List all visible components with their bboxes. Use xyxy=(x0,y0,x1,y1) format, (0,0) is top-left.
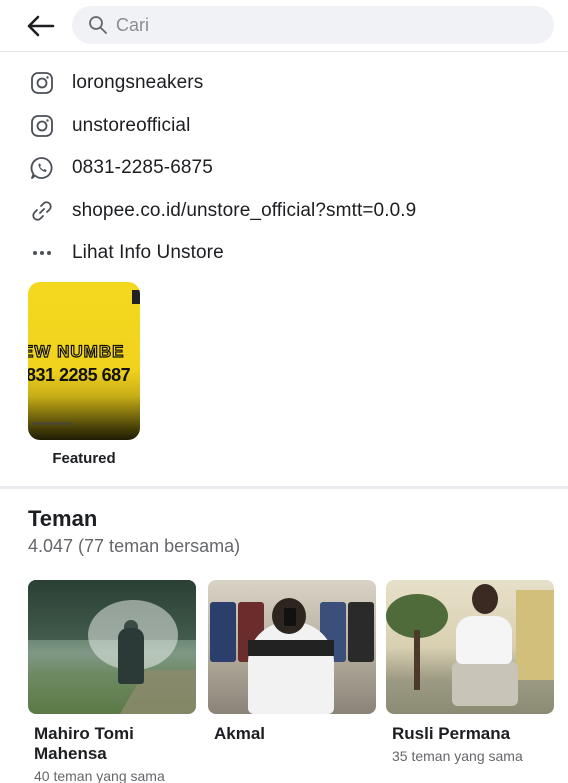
friends-section-title: Teman xyxy=(28,506,98,531)
info-row-see-info[interactable]: Lihat Info Unstore xyxy=(0,232,568,275)
search-icon xyxy=(89,16,107,34)
friend-mutual-count: 35 teman yang sama xyxy=(392,748,523,764)
friend-photo[interactable] xyxy=(386,580,554,714)
friend-card[interactable]: Rusli Permana 35 teman yang sama xyxy=(386,580,554,764)
whatsapp-icon xyxy=(28,154,56,182)
info-row-website[interactable]: shopee.co.id/unstore_official?smtt=0.0.9 xyxy=(0,190,568,233)
instagram-handle: lorongsneakers xyxy=(72,72,204,94)
friend-photo[interactable] xyxy=(208,580,376,714)
card-corner-mark xyxy=(132,290,140,304)
featured-label: Featured xyxy=(52,450,116,467)
arrow-left-icon xyxy=(27,15,55,37)
search-bar[interactable] xyxy=(72,6,554,44)
back-button[interactable] xyxy=(20,10,60,42)
instagram-icon xyxy=(28,69,56,97)
instagram-icon xyxy=(28,112,56,140)
top-bar xyxy=(0,0,568,52)
friend-name[interactable]: Rusli Permana xyxy=(386,724,554,744)
card-text-line2: 831 2285 687 xyxy=(28,365,131,385)
friend-mutual-count: 40 teman yang sama xyxy=(34,768,165,783)
friend-card[interactable]: Mahiro Tomi Mahensa 40 teman yang sama xyxy=(28,580,196,783)
friend-name[interactable]: Akmal xyxy=(208,724,376,744)
website-link: shopee.co.id/unstore_official?smtt=0.0.9 xyxy=(72,199,417,221)
profile-info-list: lorongsneakers unstoreofficial 0831-2285… xyxy=(0,62,568,275)
info-row-instagram-1[interactable]: lorongsneakers xyxy=(0,62,568,105)
info-row-whatsapp[interactable]: 0831-2285-6875 xyxy=(0,147,568,190)
card-text-line1: EW NUMBE xyxy=(28,341,125,361)
friend-photo[interactable] xyxy=(28,580,196,714)
link-icon xyxy=(28,197,56,225)
see-info-link: Lihat Info Unstore xyxy=(72,242,224,264)
featured-card-image[interactable]: EW NUMBE 831 2285 687 xyxy=(28,282,140,440)
whatsapp-number: 0831-2285-6875 xyxy=(72,157,213,179)
card-fine-print xyxy=(32,422,72,425)
section-divider xyxy=(0,486,568,489)
instagram-handle: unstoreofficial xyxy=(72,114,191,136)
info-row-instagram-2[interactable]: unstoreofficial xyxy=(0,105,568,148)
friend-name[interactable]: Mahiro Tomi Mahensa xyxy=(28,724,196,764)
friend-card[interactable]: Akmal xyxy=(208,580,376,748)
search-input[interactable] xyxy=(116,14,516,36)
friends-count[interactable]: 4.047 (77 teman bersama) xyxy=(28,536,240,557)
more-dots-icon xyxy=(28,239,56,267)
featured-collection[interactable]: EW NUMBE 831 2285 687 Featured xyxy=(28,282,140,467)
